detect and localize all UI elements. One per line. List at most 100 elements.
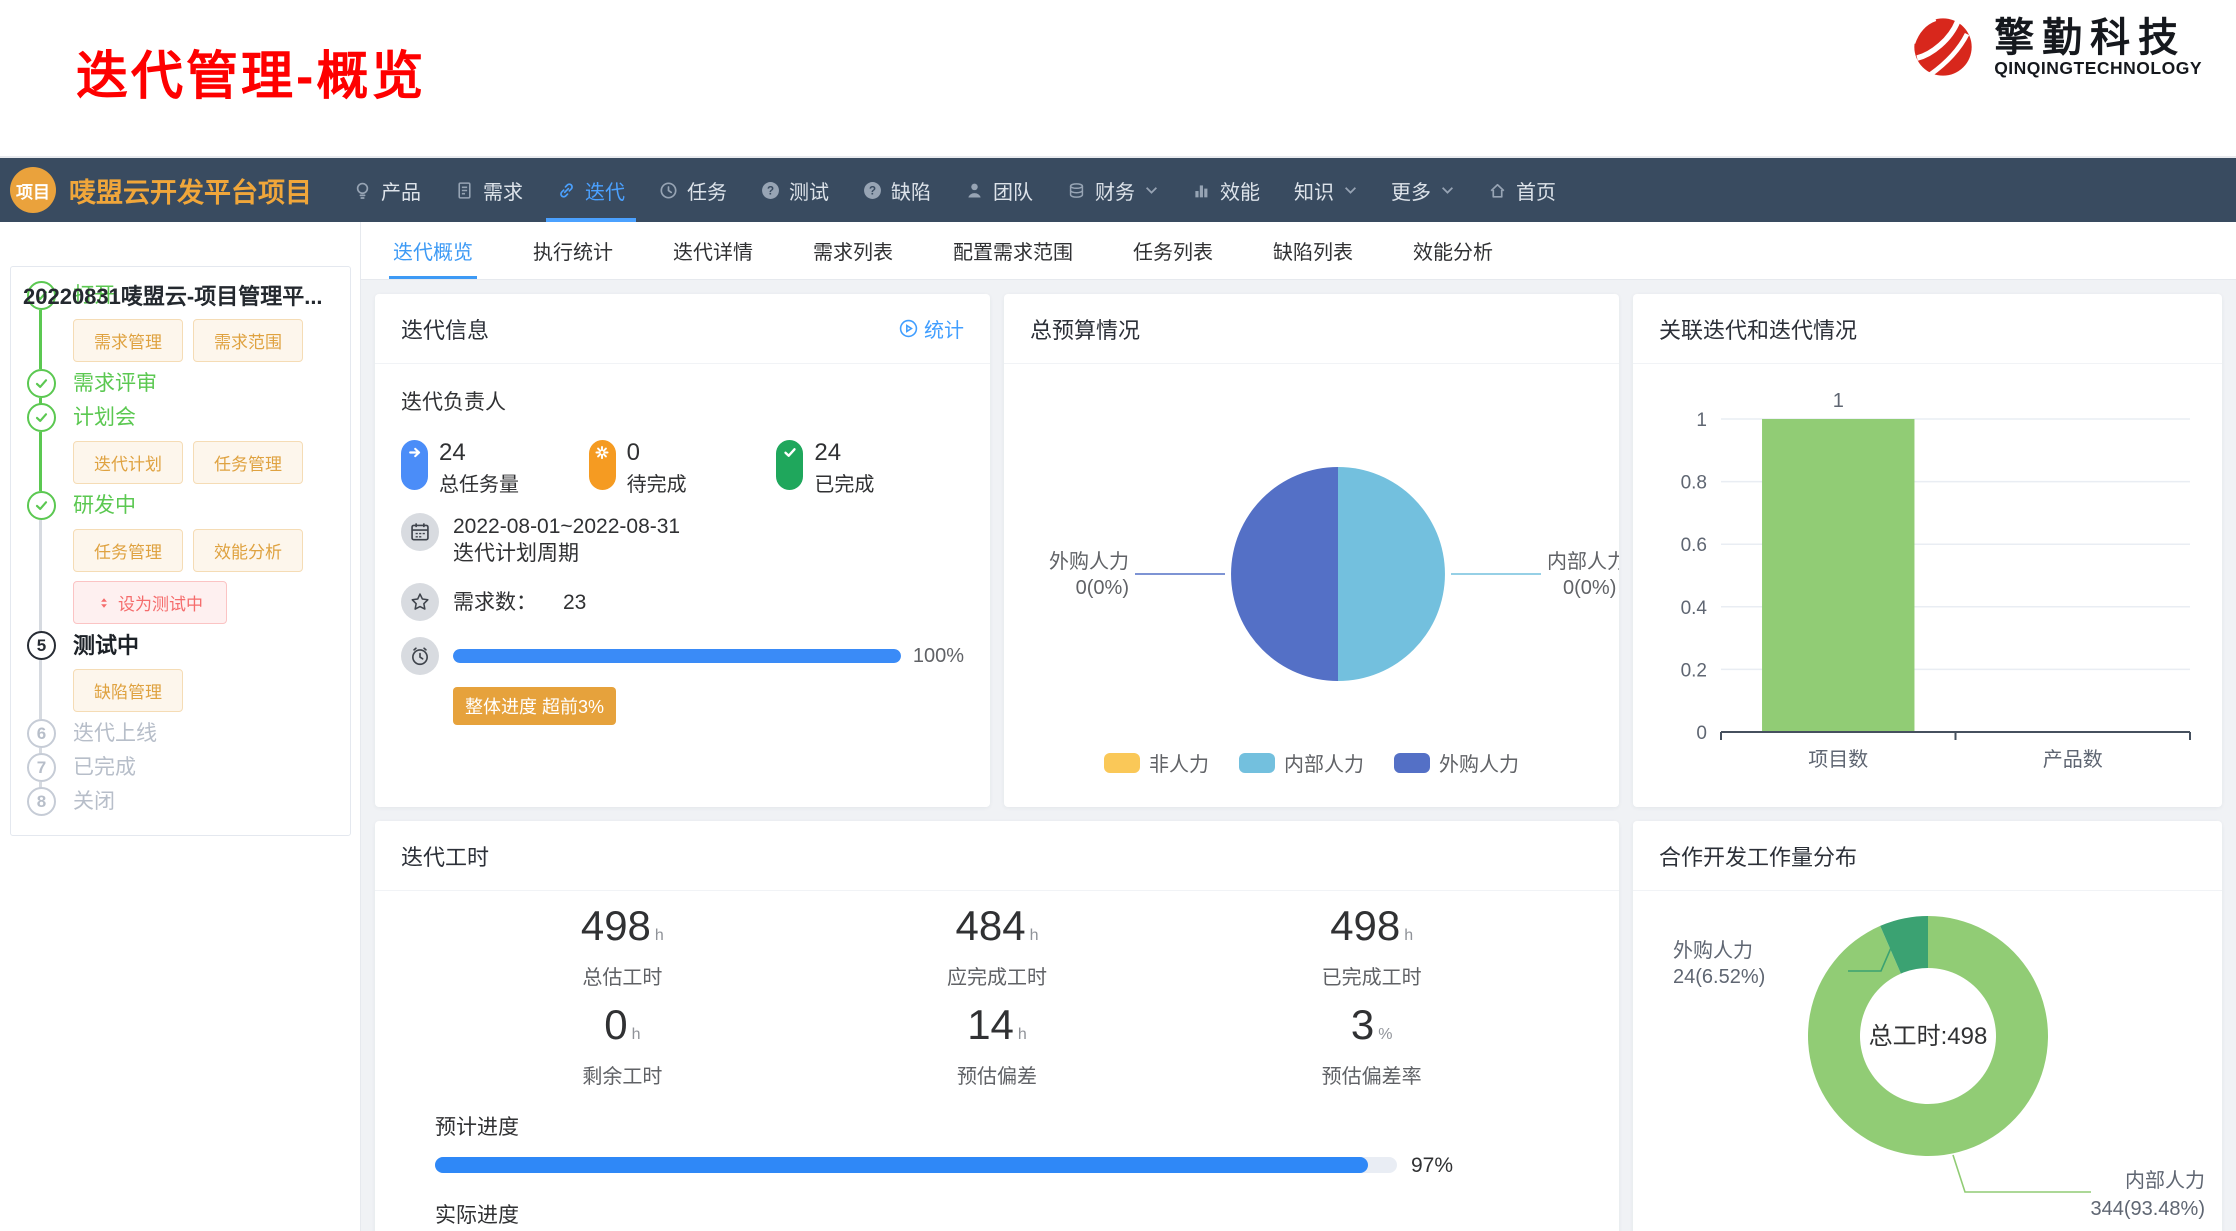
hours-stat-unit: h xyxy=(655,927,664,944)
workflow-stepper: 20220831唛盟云-项目管理平... 打开需求管理需求范围需求评审计划会迭代… xyxy=(10,266,351,836)
task-stats-row: 24总任务量0待完成24已完成 xyxy=(401,440,964,497)
tab-label: 配置需求范围 xyxy=(953,236,1073,265)
spin-capsule-icon xyxy=(589,440,616,490)
step-label: 测试中 xyxy=(73,631,340,660)
period-row: 2022-08-01~2022-08-31 迭代计划周期 xyxy=(401,513,964,567)
overall-progress-fill xyxy=(453,649,901,663)
workflow-step-测试中[interactable]: 5测试中缺陷管理 xyxy=(27,631,340,712)
project-name: 唛盟云开发平台项目 xyxy=(69,171,312,210)
overall-progress-percent: 100% xyxy=(913,645,964,668)
play-circle-icon xyxy=(899,319,918,338)
tab-bar: 迭代概览 执行统计 迭代详情 需求列表 配置需求范围 任务列表 缺陷列表 效能分析 xyxy=(361,222,2236,280)
nav-item-home[interactable]: 首页 xyxy=(1471,158,1573,222)
nav-item-efficiency[interactable]: 效能 xyxy=(1175,158,1277,222)
chevron-down-icon xyxy=(1441,186,1454,195)
nav-item-finance[interactable]: 财务 xyxy=(1050,158,1175,222)
step-button-需求管理[interactable]: 需求管理 xyxy=(73,319,183,362)
nav-item-label: 财务 xyxy=(1095,176,1135,205)
nav-item-defect[interactable]: ?缺陷 xyxy=(846,158,948,222)
step-number: 7 xyxy=(37,758,46,778)
workflow-step-关闭[interactable]: 8关闭 xyxy=(27,787,340,816)
nav-item-team[interactable]: 团队 xyxy=(948,158,1050,222)
svg-text:外购人力: 外购人力 xyxy=(1673,939,1753,962)
step-label: 需求评审 xyxy=(73,369,340,398)
planned-progress-fill xyxy=(435,1157,1368,1173)
budget-legend: 非人力 内部人力 外购人力 xyxy=(1004,748,1619,777)
overall-progress-track xyxy=(453,649,901,663)
workflow-step-需求评审[interactable]: 需求评审 xyxy=(27,369,340,398)
step-button-效能分析[interactable]: 效能分析 xyxy=(193,529,303,572)
legend-label: 非人力 xyxy=(1149,748,1209,777)
tab-exec-stats[interactable]: 执行统计 xyxy=(533,222,613,279)
check-icon xyxy=(34,498,49,513)
legend-label: 内部人力 xyxy=(1284,748,1364,777)
svg-text:1: 1 xyxy=(1833,390,1844,412)
svg-text:总工时:498: 总工时:498 xyxy=(1869,1023,1988,1050)
nav-item-iteration[interactable]: 迭代 xyxy=(540,158,642,222)
tab-req-scope[interactable]: 配置需求范围 xyxy=(953,222,1073,279)
budget-card: 总预算情况 外购人力0(0%)内部人力0(0%) 非人力内部人力外购人力 xyxy=(1004,294,1619,807)
doc-icon xyxy=(455,181,474,200)
task-stat-label: 待完成 xyxy=(627,468,687,497)
svg-text:0: 0 xyxy=(1696,723,1707,744)
workflow-step-计划会[interactable]: 计划会迭代计划任务管理 xyxy=(27,403,340,484)
tab-label: 需求列表 xyxy=(813,236,893,265)
hours-stat-label: 总估工时 xyxy=(435,961,810,990)
nav-item-product[interactable]: 产品 xyxy=(336,158,438,222)
step-action-设为测试中[interactable]: 设为测试中 xyxy=(73,581,227,624)
step-circle xyxy=(27,369,56,398)
workflow-step-迭代上线[interactable]: 6迭代上线 xyxy=(27,719,340,748)
hours-stat-unit: h xyxy=(1404,927,1413,944)
tab-perf[interactable]: 效能分析 xyxy=(1413,222,1493,279)
workflow-step-研发中[interactable]: 研发中任务管理效能分析设为测试中 xyxy=(27,491,340,624)
svg-text:0.6: 0.6 xyxy=(1681,535,1707,556)
tab-detail[interactable]: 迭代详情 xyxy=(673,222,753,279)
workflow-sidebar: 20220831唛盟云-项目管理平... 打开需求管理需求范围需求评审计划会迭代… xyxy=(0,222,361,1231)
question-icon: ? xyxy=(863,181,882,200)
task-stat-已完成: 24已完成 xyxy=(776,440,964,497)
workflow-step-已完成[interactable]: 7已完成 xyxy=(27,753,340,782)
planned-progress-track: 97% xyxy=(435,1157,1397,1173)
requirement-count-label: 需求数： xyxy=(453,589,537,616)
hours-stat-label: 应完成工时 xyxy=(810,961,1185,990)
stats-link[interactable]: 统计 xyxy=(899,314,964,343)
nav-item-label: 知识 xyxy=(1294,176,1334,205)
card-title-budget: 总预算情况 xyxy=(1030,313,1140,345)
step-button-任务管理[interactable]: 任务管理 xyxy=(193,441,303,484)
step-number: 6 xyxy=(37,724,46,744)
step-button-迭代计划[interactable]: 迭代计划 xyxy=(73,441,183,484)
nav-item-knowledge[interactable]: 知识 xyxy=(1277,158,1374,222)
tab-defect-list[interactable]: 缺陷列表 xyxy=(1273,222,1353,279)
nav-item-test[interactable]: ? 测试 xyxy=(744,158,846,222)
card-title-relation: 关联迭代和迭代情况 xyxy=(1659,313,1857,345)
iteration-info-card: 迭代信息 统计 迭代负责人 24总任务量0待完成24已完成 2022-08-01 xyxy=(375,294,990,807)
legend-item-外购人力[interactable]: 外购人力 xyxy=(1394,748,1519,777)
project-brand[interactable]: 项目 唛盟云开发平台项目 xyxy=(10,167,312,213)
legend-swatch xyxy=(1104,753,1140,773)
nav-item-label: 产品 xyxy=(381,176,421,205)
tab-req-list[interactable]: 需求列表 xyxy=(813,222,893,279)
task-stat-label: 总任务量 xyxy=(439,468,519,497)
card-title-hours: 迭代工时 xyxy=(401,840,489,872)
calendar-icon xyxy=(401,513,439,551)
question-icon: ? xyxy=(761,181,780,200)
chevron-down-icon xyxy=(1145,186,1158,195)
step-button-需求范围[interactable]: 需求范围 xyxy=(193,319,303,362)
hours-card: 迭代工时 498h总估工时484h应完成工时498h已完成工时 0h剩余工时14… xyxy=(375,821,1619,1231)
legend-item-非人力[interactable]: 非人力 xyxy=(1104,748,1209,777)
star-icon xyxy=(401,583,439,621)
svg-text:0(0%): 0(0%) xyxy=(1076,577,1129,599)
alarm-clock-icon xyxy=(401,637,439,675)
nav-item-requirement[interactable]: 需求 xyxy=(438,158,540,222)
nav-item-label: 测试 xyxy=(789,176,829,205)
step-button-任务管理[interactable]: 任务管理 xyxy=(73,529,183,572)
tab-overview[interactable]: 迭代概览 xyxy=(393,222,473,279)
tab-task-list[interactable]: 任务列表 xyxy=(1133,222,1213,279)
legend-item-内部人力[interactable]: 内部人力 xyxy=(1239,748,1364,777)
hours-stat-value: 484h xyxy=(810,903,1185,959)
step-button-缺陷管理[interactable]: 缺陷管理 xyxy=(73,669,183,712)
nav-item-more[interactable]: 更多 xyxy=(1374,158,1471,222)
bulb-icon xyxy=(353,181,372,200)
nav-item-task[interactable]: 任务 xyxy=(642,158,744,222)
task-stat-总任务量: 24总任务量 xyxy=(401,440,589,497)
